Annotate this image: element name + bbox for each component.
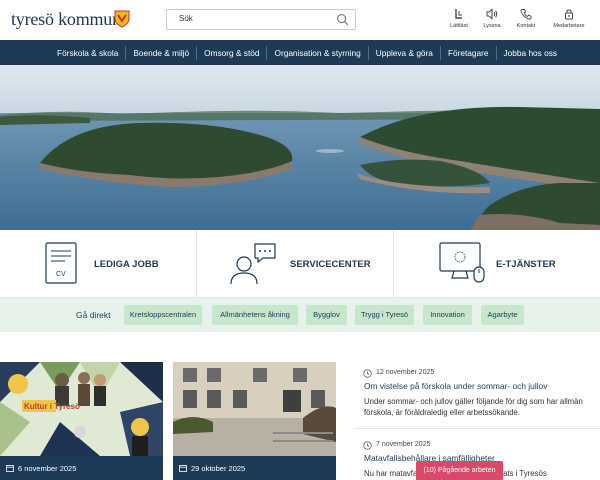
news-card-image-building [173, 362, 336, 456]
tool-contact[interactable]: Kontakt [503, 8, 549, 29]
news-card-date-bar: 6 november 2025 [0, 456, 163, 480]
calendar-icon [6, 465, 14, 472]
nav-item-boende-miljo[interactable]: Boende & miljö [126, 45, 198, 60]
news-card-date: 6 november 2025 [18, 464, 77, 473]
tool-label: Medarbetare [553, 23, 585, 29]
search-icon[interactable] [336, 13, 349, 26]
pending-work-button[interactable]: (10) Pågående arbeten [416, 461, 503, 480]
news-card-image-caption: Kultur i Tyresö [24, 402, 80, 411]
person-chat-icon [230, 243, 276, 285]
nav-item-organisation-styrning[interactable]: Organisation & styrning [267, 45, 369, 60]
news-card[interactable]: Kultur i Tyresö 6 november 2025 [0, 362, 163, 480]
chip-agarbyte[interactable]: Agarbyte [481, 305, 524, 325]
nav-item-forskola-skola[interactable]: Förskola & skola [50, 45, 127, 60]
site-header: tyresö kommun Sök Lättläst Lyssna Kontak… [0, 0, 600, 40]
lock-icon [565, 9, 573, 20]
easy-read-icon [455, 9, 462, 19]
tool-label: Kontakt [516, 23, 536, 29]
quick-link-e-tjanster[interactable]: E-TJÄNSTER [394, 230, 600, 298]
calendar-icon [179, 465, 187, 472]
clock-icon [363, 441, 372, 450]
chip-innovation[interactable]: Innovation [423, 305, 472, 325]
chip-bygglov[interactable]: Bygglov [306, 305, 347, 325]
nav-item-jobba-hos-oss[interactable]: Jobba hos oss [497, 46, 565, 60]
chip-kretsloppscentralen[interactable]: Kretsloppscentralen [124, 305, 202, 325]
chip-allmanhetens-akning[interactable]: Allmänhetens åkning [212, 305, 298, 325]
site-logo-text[interactable]: tyresö kommun [11, 9, 121, 30]
quick-link-label: E-TJÄNSTER [496, 259, 556, 270]
main-navigation: Förskola & skola Boende & miljö Omsorg &… [0, 40, 600, 65]
chip-trygg-i-tyreso[interactable]: Trygg i Tyresö [355, 305, 414, 325]
news-list-title[interactable]: Om vistelse på förskola under sommar- oc… [364, 381, 547, 391]
quick-link-label: SERVICECENTER [290, 259, 371, 270]
news-card[interactable]: 29 oktober 2025 [173, 362, 336, 480]
news-card-image-kultur: Kultur i Tyresö [0, 362, 163, 456]
news-card-date-bar: 29 oktober 2025 [173, 456, 336, 480]
quick-link-servicecenter[interactable]: SERVICECENTER [197, 230, 394, 298]
cv-document-icon: CV [45, 242, 77, 284]
tool-staff-login[interactable]: Medarbetare [546, 8, 592, 29]
quick-links: CV LEDIGA JOBB SERVICECENTER E-TJÄNSTER [0, 230, 600, 298]
search-field[interactable]: Sök [166, 9, 356, 30]
svg-text:CV: CV [56, 271, 66, 278]
search-input[interactable]: Sök [179, 14, 193, 23]
phone-icon [520, 9, 532, 20]
computer-mouse-icon [439, 242, 485, 283]
go-direct-label: Gå direkt [76, 310, 111, 320]
news-list-date: 12 november 2025 [376, 369, 435, 376]
hero-archipelago-image [0, 65, 600, 230]
news-section: Kultur i Tyresö 6 november 2025 29 oktob… [0, 332, 600, 480]
go-direct-band: Gå direkt Kretsloppscentralen Allmänhete… [0, 298, 600, 332]
news-card-date: 29 oktober 2025 [191, 464, 246, 473]
quick-link-label: LEDIGA JOBB [94, 259, 159, 270]
news-list-body: Under sommar- och jullov gäller följande… [364, 397, 583, 417]
nav-item-omsorg-stod[interactable]: Omsorg & stöd [197, 45, 268, 60]
news-list-date: 7 november 2025 [376, 441, 431, 448]
quick-link-lediga-jobb[interactable]: CV LEDIGA JOBB [0, 230, 197, 298]
divider [354, 428, 600, 429]
nav-item-foretagare[interactable]: Företagare [441, 45, 497, 60]
nav-item-uppleva-gora[interactable]: Uppleva & göra [369, 45, 441, 60]
clock-icon [363, 369, 372, 378]
speaker-icon [486, 8, 498, 20]
coat-of-arms-icon [114, 10, 130, 28]
